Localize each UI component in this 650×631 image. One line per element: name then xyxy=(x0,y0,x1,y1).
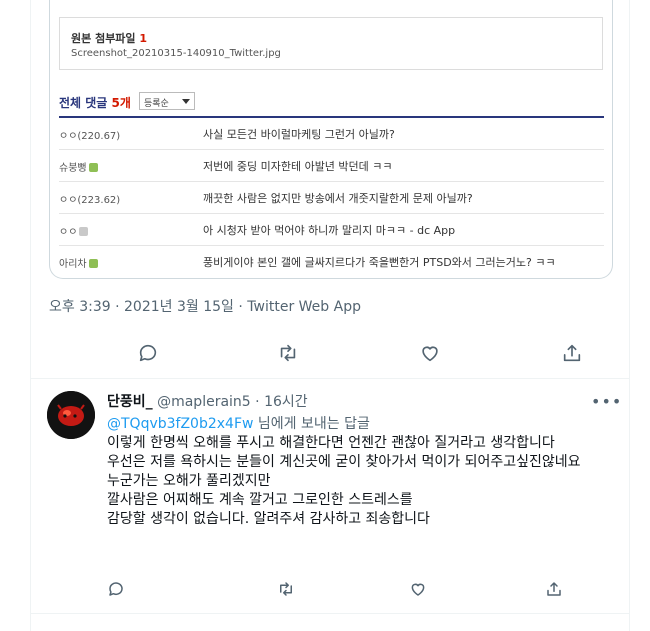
comment-text: 아 시청자 받아 먹어야 하니까 말리지 마ㅋㅋ - dc App xyxy=(203,224,456,237)
gallery-badge-icon xyxy=(88,163,98,172)
tweet-time[interactable]: 오후 3:39 xyxy=(49,299,111,315)
tweet-source: Twitter Web App xyxy=(247,299,361,315)
tweet-date[interactable]: 2021년 3월 15일 xyxy=(124,299,234,315)
like-button[interactable] xyxy=(419,342,443,366)
reply-button[interactable] xyxy=(137,342,161,366)
attachment-filename: Screenshot_20210315-140910_Twitter.jpg xyxy=(71,48,281,59)
reply-share-button[interactable] xyxy=(545,580,573,598)
section-divider xyxy=(31,613,629,614)
avatar-image xyxy=(47,391,95,439)
comment-nick: 아리차 xyxy=(59,255,98,270)
retweet-button[interactable] xyxy=(277,342,301,366)
comment-text: 저번에 중딩 미자한테 아발년 박던데 ㅋㅋ xyxy=(203,160,393,173)
comment-row: ㅇㅇ(223.62) 깨끗한 사람은 없지만 방송에서 개줏지랄한게 문제 아닐… xyxy=(59,182,604,214)
reply-text: 이렇게 한명씩 오해를 푸시고 해결한다면 언젠간 괜찮아 질거라고 생각합니다… xyxy=(107,435,581,527)
comment-row: 슈붕뻥 저번에 중딩 미자한테 아발년 박던데 ㅋㅋ xyxy=(59,150,604,182)
tweet-actions xyxy=(49,342,613,366)
comment-text: 깨끗한 사람은 없지만 방송에서 개줏지랄한게 문제 아닐까? xyxy=(203,192,473,205)
avatar[interactable] xyxy=(47,391,95,439)
reply-retweet-button[interactable] xyxy=(277,580,305,598)
retweet-icon xyxy=(280,582,292,596)
chevron-down-icon xyxy=(182,99,190,104)
tweet-timestamp: 오후 3:39 · 2021년 3월 15일 · Twitter Web App xyxy=(49,299,361,315)
reply-icon xyxy=(109,582,123,596)
timeline-column: 원본 첨부파일 1 Screenshot_20210315-140910_Twi… xyxy=(30,0,630,631)
comment-row: ㅇㅇ(220.67) 사실 모든건 바이럴마케팅 그런거 아닐까? xyxy=(59,118,604,150)
reply-actions xyxy=(107,580,607,602)
comment-nick: ㅇㅇ xyxy=(59,223,89,238)
reply-header: 단풍비_ @maplerain5 · 16시간 xyxy=(107,394,308,410)
share-icon xyxy=(547,582,561,596)
heart-icon xyxy=(411,583,425,596)
comments-count: 5개 xyxy=(111,96,131,110)
comment-nick: 슈붕뻥 xyxy=(59,159,98,174)
comment-text: 풍비게이야 본인 갤에 글싸지르다가 죽을뻔한거 PTSD와서 그러는거노? ㅋ… xyxy=(203,256,556,269)
attachment-title: 원본 첨부파일 1 xyxy=(71,32,148,45)
retweet-icon xyxy=(280,344,296,362)
share-icon xyxy=(563,344,581,362)
comments-title: 전체 댓글 5개 xyxy=(59,96,131,110)
comment-nick: ㅇㅇ(223.62) xyxy=(59,195,121,206)
attachment-count: 1 xyxy=(139,32,148,45)
heart-icon xyxy=(422,346,438,362)
sort-select: 등록순 xyxy=(139,92,195,110)
comment-row: 아리차 풍비게이야 본인 갤에 글싸지르다가 죽을뻔한거 PTSD와서 그러는거… xyxy=(59,246,604,278)
fixed-nick-badge-icon xyxy=(79,227,89,236)
reply-display-name[interactable]: 단풍비_ xyxy=(107,394,153,410)
comment-nick: ㅇㅇ(220.67) xyxy=(59,131,121,142)
section-divider xyxy=(31,378,629,379)
embedded-screenshot[interactable]: 원본 첨부파일 1 Screenshot_20210315-140910_Twi… xyxy=(49,0,613,279)
reply-icon xyxy=(139,344,157,362)
share-button[interactable] xyxy=(561,342,585,366)
mention-link[interactable]: @TQqvb3fZ0b2x4Fw xyxy=(107,416,253,432)
reply-handle[interactable]: @maplerain5 xyxy=(157,394,251,410)
reply-like-button[interactable] xyxy=(409,580,437,598)
replying-to: @TQqvb3fZ0b2x4Fw 님에게 보내는 답글 xyxy=(107,416,370,432)
comment-row: ㅇㅇ 아 시청자 받아 먹어야 하니까 말리지 마ㅋㅋ - dc App xyxy=(59,214,604,246)
gallery-badge-icon xyxy=(88,259,98,268)
reply-time[interactable]: 16시간 xyxy=(264,394,308,410)
more-options-icon[interactable]: ••• xyxy=(591,392,622,411)
reply-reply-button[interactable] xyxy=(107,580,135,598)
attachment-box: 원본 첨부파일 1 Screenshot_20210315-140910_Twi… xyxy=(59,17,603,70)
comment-text: 사실 모든건 바이럴마케팅 그런거 아닐까? xyxy=(203,128,395,141)
